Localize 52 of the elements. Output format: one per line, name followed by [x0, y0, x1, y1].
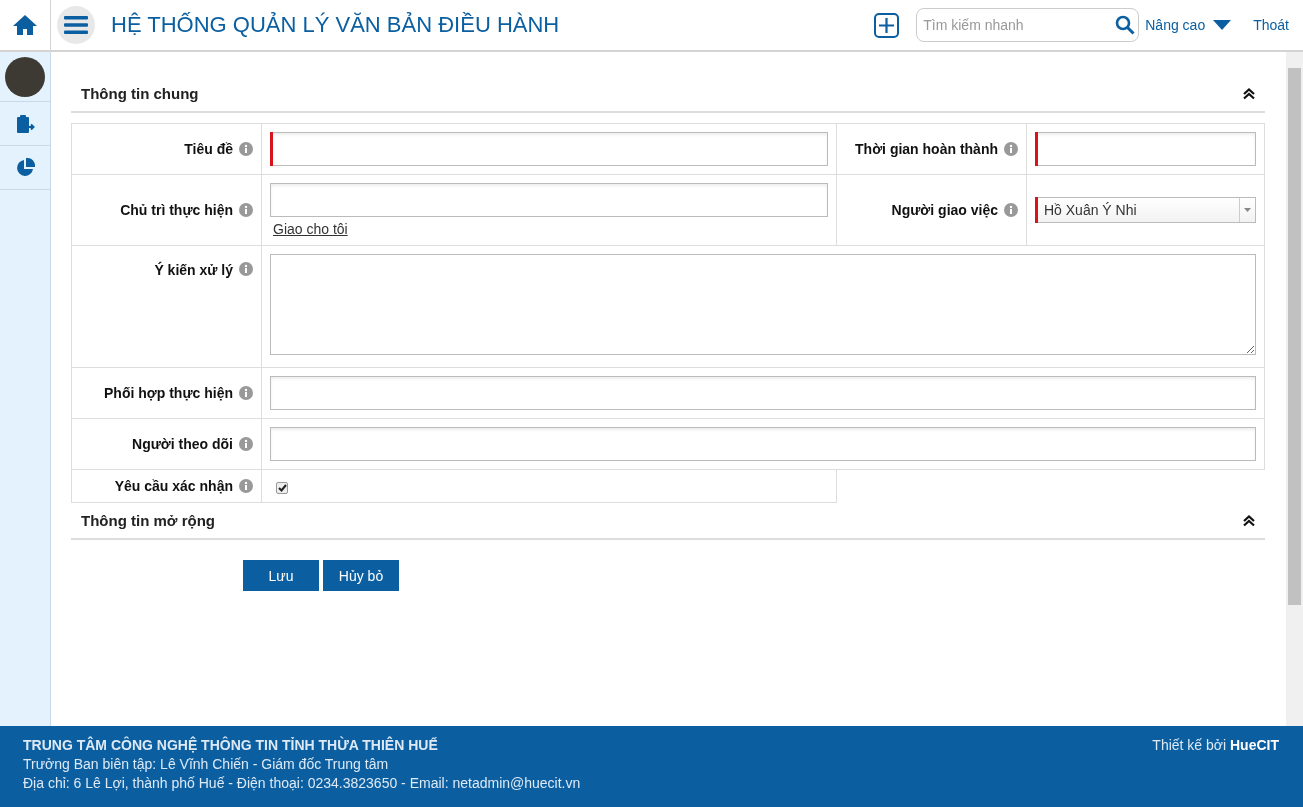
info-icon	[239, 142, 253, 156]
caret-down-icon	[1213, 20, 1232, 30]
label-text: Người giao việc	[891, 202, 998, 218]
pie-chart-icon	[15, 157, 35, 178]
search-field[interactable]: Tìm kiếm nhanh	[916, 8, 1140, 42]
advanced-search-button[interactable]: Nâng cao	[1145, 17, 1232, 33]
app-title: HỆ THỐNG QUẢN LÝ VĂN BẢN ĐIỀU HÀNH	[111, 12, 561, 38]
chevron-up-icon[interactable]	[1243, 87, 1255, 100]
label-text: Chủ trì thực hiện	[120, 202, 233, 218]
section-title: Thông tin chung	[81, 85, 199, 102]
info-icon	[239, 437, 253, 451]
menu-icon	[64, 15, 88, 35]
scrollbar-thumb[interactable]	[1288, 68, 1301, 605]
label-text: Thời gian hoàn thành	[855, 141, 998, 157]
label-text: Ý kiến xử lý	[154, 262, 233, 278]
text-input[interactable]	[270, 376, 1256, 410]
form-button[interactable]: Lưu	[243, 560, 319, 591]
info-icon	[239, 203, 253, 217]
section-title: Thông tin mở rộng	[81, 512, 215, 529]
info-icon	[1004, 142, 1018, 156]
footer-text: Trưởng Ban biên tập: Lê Vĩnh Chiến - Giám đốc Trung tâm	[23, 756, 390, 772]
menu-button[interactable]	[57, 6, 95, 44]
footer-text: TRUNG TÂM CÔNG NGHỆ THÔNG TIN TỈNH THỪA THIÊN HUẾ	[23, 737, 439, 753]
text-input[interactable]	[270, 183, 828, 217]
scrollbar[interactable]	[1286, 52, 1303, 726]
info-icon	[1004, 203, 1018, 217]
label-text: Phối hợp thực hiện	[104, 385, 233, 401]
logout-link[interactable]: Thoát	[1253, 17, 1289, 33]
info-icon	[239, 386, 253, 400]
search-icon[interactable]	[1115, 15, 1136, 35]
label-text: Tiêu đề	[184, 141, 233, 157]
assign-to-me-link[interactable]: Giao cho tôi	[273, 221, 828, 237]
avatar-placeholder[interactable]	[5, 56, 45, 97]
text-input[interactable]	[270, 427, 1256, 461]
home-icon	[12, 14, 38, 36]
info-icon	[239, 262, 253, 276]
select-field[interactable]: Hồ Xuân Ý Nhi	[1035, 197, 1256, 223]
text-input[interactable]	[1035, 132, 1256, 166]
caret-icon	[1244, 208, 1251, 212]
checkbox[interactable]	[276, 482, 288, 494]
textarea-field[interactable]	[270, 254, 1256, 355]
form-button[interactable]: Hủy bỏ	[323, 560, 399, 591]
footer-credit: Thiết kế bởi HueCIT	[1152, 737, 1279, 755]
info-icon	[239, 479, 253, 493]
clipboard-icon	[15, 113, 35, 134]
add-icon[interactable]	[874, 12, 900, 38]
check-icon	[277, 484, 287, 492]
chevron-up-icon[interactable]	[1243, 514, 1255, 527]
footer-text: Địa chỉ: 6 Lê Lợi, thành phố Huế - Điện thoại: 0234.3823650 - Email: netadmin@huecit.vn	[23, 775, 581, 791]
label-text: Người theo dõi	[132, 436, 233, 452]
text-input[interactable]	[270, 132, 828, 166]
label-text: Yêu cầu xác nhận	[114, 478, 233, 494]
